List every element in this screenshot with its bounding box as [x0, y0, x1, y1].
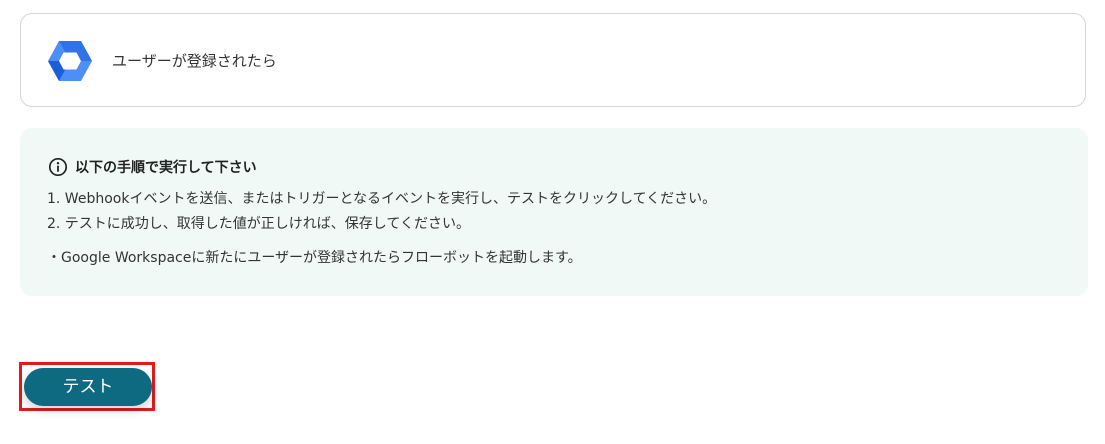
instructions-panel: 以下の手順で実行して下さい 1. Webhookイベントを送信、またはトリガーと… — [20, 128, 1088, 296]
instructions-header: 以下の手順で実行して下さい — [48, 156, 257, 178]
trigger-label: ユーザーが登録されたら — [112, 52, 277, 70]
google-workspace-icon — [48, 40, 92, 82]
instruction-step-2: 2. テストに成功し、取得した値が正しければ、保存してください。 — [47, 216, 470, 232]
instructions-title: 以下の手順で実行して下さい — [75, 160, 257, 176]
info-circle-icon — [48, 157, 68, 177]
trigger-card[interactable]: ユーザーが登録されたら — [20, 13, 1086, 107]
instruction-step-1: 1. Webhookイベントを送信、またはトリガーとなるイベントを実行し、テスト… — [47, 191, 717, 207]
test-button[interactable]: テスト — [24, 368, 152, 406]
instruction-note: ・Google Workspaceに新たにユーザーが登録されたらフローボットを起… — [47, 250, 582, 266]
